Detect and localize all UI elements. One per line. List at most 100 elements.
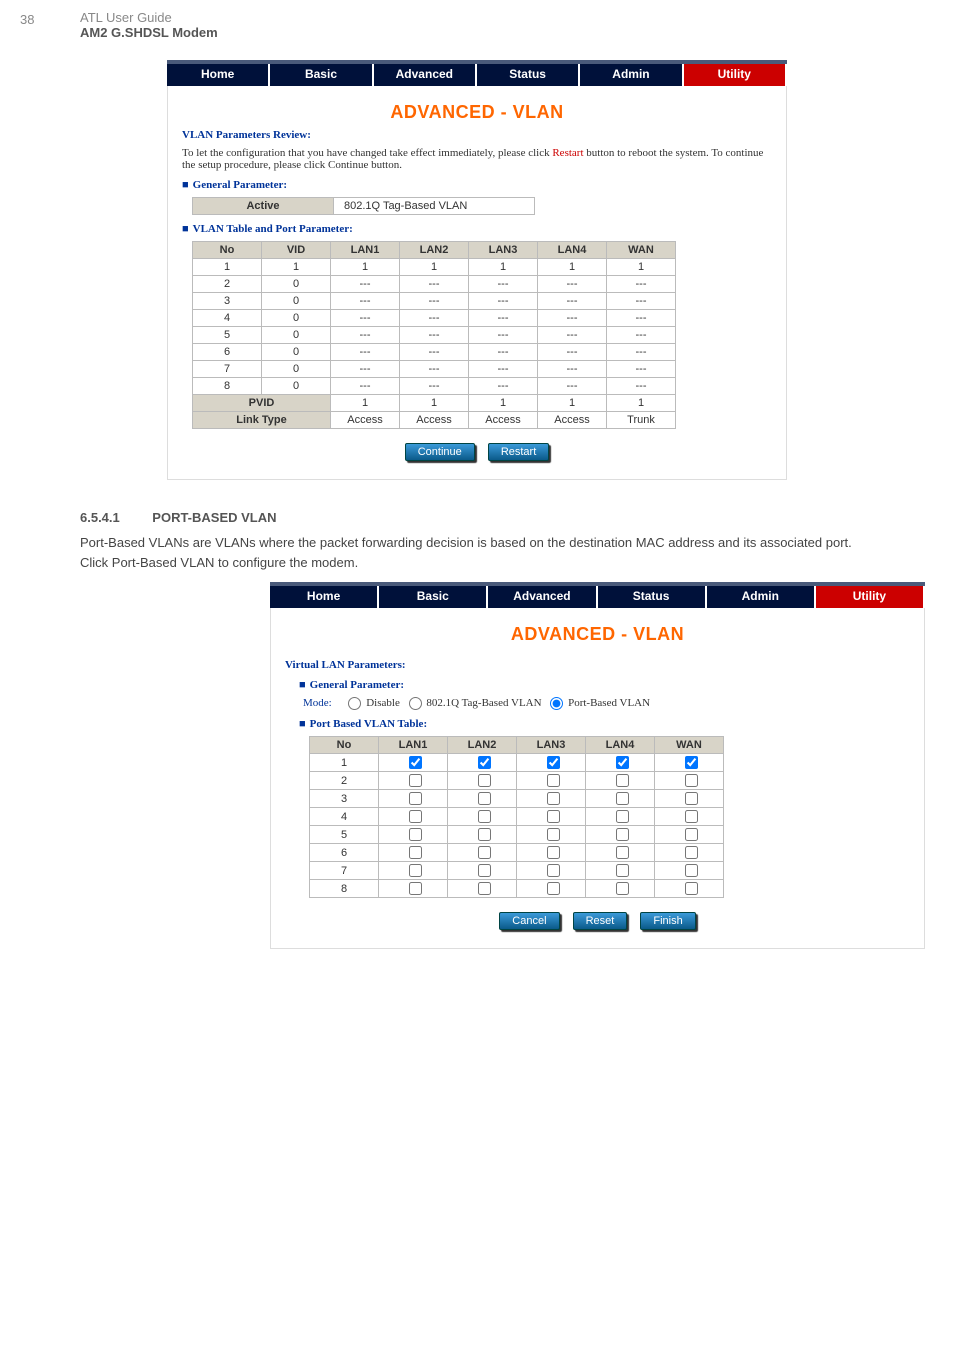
checkbox-lan2[interactable]: [478, 846, 491, 859]
general-parameter-table: Active 802.1Q Tag-Based VLAN: [192, 197, 535, 215]
tab-advanced-2[interactable]: Advanced: [488, 586, 597, 608]
checkbox-lan3[interactable]: [547, 864, 560, 877]
cell-lan1: [379, 754, 448, 772]
checkbox-lan3[interactable]: [547, 882, 560, 895]
general-parameter-heading-2: ■General Parameter:: [299, 679, 910, 691]
tab-advanced[interactable]: Advanced: [374, 64, 477, 86]
checkbox-lan4[interactable]: [616, 810, 629, 823]
body-para-2: Click Port-Based VLAN to configure the m…: [80, 553, 894, 573]
restart-button[interactable]: Restart: [488, 443, 549, 461]
table-row: 3: [310, 790, 724, 808]
checkbox-wan[interactable]: [685, 774, 698, 787]
checkbox-lan1[interactable]: [409, 828, 422, 841]
cell-no: 7: [193, 361, 262, 378]
cell-lan4: [586, 862, 655, 880]
tab-basic-2[interactable]: Basic: [379, 586, 488, 608]
checkbox-lan4[interactable]: [616, 864, 629, 877]
cell-lan3: [517, 790, 586, 808]
mode-radio-tag[interactable]: [409, 697, 422, 710]
continue-button[interactable]: Continue: [405, 443, 475, 461]
cell-lan3: ---: [469, 310, 538, 327]
checkbox-wan[interactable]: [685, 828, 698, 841]
tab-admin-2[interactable]: Admin: [707, 586, 816, 608]
checkbox-lan1[interactable]: [409, 792, 422, 805]
cell-lan2: [448, 790, 517, 808]
doc-title-2: AM2 G.SHDSL Modem: [80, 25, 218, 40]
cell-no: 5: [310, 826, 379, 844]
cell-lan3: [517, 826, 586, 844]
body-para-1: Port-Based VLANs are VLANs where the pac…: [80, 533, 894, 553]
cell-wan: [655, 772, 724, 790]
checkbox-lan2[interactable]: [478, 774, 491, 787]
checkbox-wan[interactable]: [685, 810, 698, 823]
cell-lan4: [586, 790, 655, 808]
checkbox-lan2[interactable]: [478, 810, 491, 823]
tab-utility-2[interactable]: Utility: [816, 586, 925, 608]
checkbox-lan3[interactable]: [547, 828, 560, 841]
checkbox-lan1[interactable]: [409, 846, 422, 859]
linktype-lan4: Access: [538, 412, 607, 429]
tab-status[interactable]: Status: [477, 64, 580, 86]
table-row: 2: [310, 772, 724, 790]
tab-status-2[interactable]: Status: [598, 586, 707, 608]
tab-utility[interactable]: Utility: [684, 64, 787, 86]
cell-no: 3: [193, 293, 262, 310]
tab-home-2[interactable]: Home: [270, 586, 379, 608]
checkbox-lan2[interactable]: [478, 756, 491, 769]
table-header-row: No VID LAN1 LAN2 LAN3 LAN4 WAN: [193, 242, 676, 259]
col2-wan: WAN: [655, 737, 724, 754]
checkbox-lan2[interactable]: [478, 828, 491, 841]
pvid-lan1: 1: [331, 395, 400, 412]
checkbox-lan4[interactable]: [616, 756, 629, 769]
cell-lan1: [379, 880, 448, 898]
checkbox-lan1[interactable]: [409, 756, 422, 769]
cell-lan2: ---: [400, 344, 469, 361]
cell-no: 8: [193, 378, 262, 395]
checkbox-wan[interactable]: [685, 846, 698, 859]
checkbox-lan3[interactable]: [547, 756, 560, 769]
finish-button[interactable]: Finish: [640, 912, 695, 930]
checkbox-wan[interactable]: [685, 756, 698, 769]
checkbox-lan4[interactable]: [616, 828, 629, 841]
table-row: 1111111: [193, 259, 676, 276]
checkbox-wan[interactable]: [685, 864, 698, 877]
page-number: 38: [20, 12, 34, 27]
page-title-2: ADVANCED - VLAN: [285, 618, 910, 651]
cell-lan1: ---: [331, 276, 400, 293]
checkbox-wan[interactable]: [685, 792, 698, 805]
page-title: ADVANCED - VLAN: [182, 96, 772, 129]
review-text-3: button.: [368, 159, 402, 171]
checkbox-lan1[interactable]: [409, 864, 422, 877]
checkbox-lan3[interactable]: [547, 774, 560, 787]
checkbox-lan3[interactable]: [547, 792, 560, 805]
cell-wan: [655, 754, 724, 772]
cell-lan2: ---: [400, 327, 469, 344]
cell-vid: 0: [262, 276, 331, 293]
checkbox-lan2[interactable]: [478, 792, 491, 805]
table-row: 20---------------: [193, 276, 676, 293]
tab-home[interactable]: Home: [167, 64, 270, 86]
linktype-label: Link Type: [193, 412, 331, 429]
mode-radio-port[interactable]: [550, 697, 563, 710]
reset-button[interactable]: Reset: [573, 912, 628, 930]
checkbox-lan1[interactable]: [409, 774, 422, 787]
tab-basic[interactable]: Basic: [270, 64, 373, 86]
checkbox-lan2[interactable]: [478, 864, 491, 877]
checkbox-lan4[interactable]: [616, 792, 629, 805]
checkbox-lan3[interactable]: [547, 810, 560, 823]
checkbox-lan4[interactable]: [616, 882, 629, 895]
checkbox-lan4[interactable]: [616, 774, 629, 787]
cancel-button[interactable]: Cancel: [499, 912, 559, 930]
cell-no: 1: [310, 754, 379, 772]
cell-wan: 1: [607, 259, 676, 276]
checkbox-lan1[interactable]: [409, 810, 422, 823]
cell-lan2: ---: [400, 361, 469, 378]
checkbox-lan2[interactable]: [478, 882, 491, 895]
mode-radio-disable[interactable]: [348, 697, 361, 710]
tab-admin[interactable]: Admin: [580, 64, 683, 86]
checkbox-wan[interactable]: [685, 882, 698, 895]
checkbox-lan3[interactable]: [547, 846, 560, 859]
checkbox-lan1[interactable]: [409, 882, 422, 895]
cell-lan2: ---: [400, 310, 469, 327]
checkbox-lan4[interactable]: [616, 846, 629, 859]
